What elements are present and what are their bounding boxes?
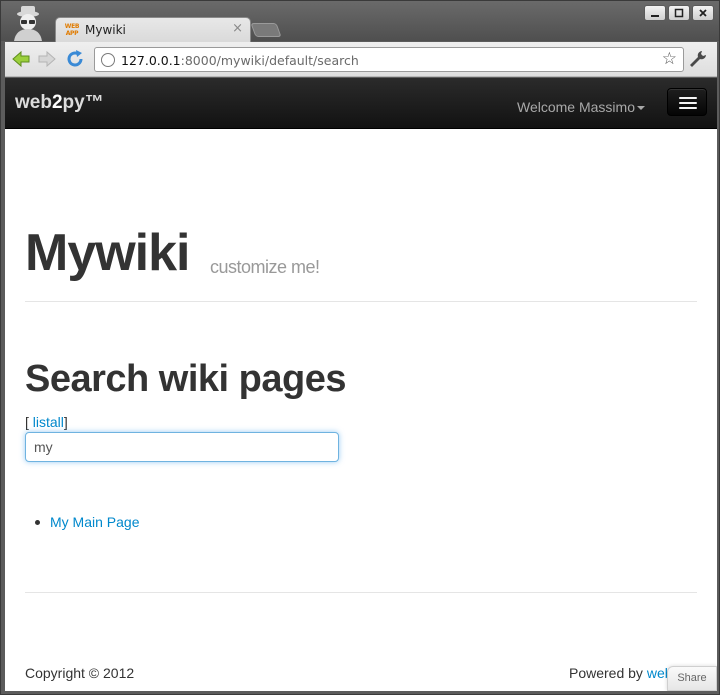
user-menu-dropdown[interactable]: Welcome Massimo: [517, 99, 645, 115]
address-bar[interactable]: 127.0.0.1:8000/mywiki/default/search ☆: [94, 47, 684, 72]
top-navbar: web2py™ Welcome Massimo: [5, 78, 717, 129]
url-path: :8000/mywiki/default/search: [180, 53, 359, 68]
bracket-open: [: [25, 414, 33, 430]
bracket-close: ]: [63, 414, 68, 430]
powered-prefix: Powered by: [569, 665, 647, 681]
url-host: 127.0.0.1: [121, 53, 181, 68]
browser-titlebar: WEB APP Mywiki ×: [1, 1, 719, 43]
reload-icon[interactable]: [65, 49, 85, 69]
listall-line: [ listall]: [25, 414, 68, 430]
bullet-icon: [35, 520, 40, 525]
page-header: Mywiki customize me!: [25, 223, 697, 302]
menu-toggle-button[interactable]: [667, 88, 707, 116]
copyright-text: Copyright © 2012: [25, 665, 135, 681]
tab-close-icon[interactable]: ×: [232, 21, 243, 36]
globe-icon: [101, 53, 115, 67]
search-heading: Search wiki pages: [25, 358, 347, 400]
search-input[interactable]: [25, 432, 339, 462]
brand-number: 2: [51, 92, 63, 113]
list-item: My Main Page: [35, 514, 139, 530]
close-window-button[interactable]: [692, 5, 714, 21]
maximize-button[interactable]: [668, 5, 690, 21]
browser-tab[interactable]: WEB APP Mywiki ×: [55, 17, 251, 43]
caret-down-icon: [637, 106, 645, 111]
back-arrow-icon[interactable]: [11, 49, 31, 69]
incognito-icon: [8, 5, 48, 41]
brand-logo[interactable]: web2py™: [15, 92, 104, 114]
search-results: My Main Page: [35, 514, 139, 530]
result-link[interactable]: My Main Page: [50, 514, 139, 530]
bookmark-star-icon[interactable]: ☆: [662, 49, 677, 69]
browser-toolbar: 127.0.0.1:8000/mywiki/default/search ☆: [5, 42, 717, 77]
forward-arrow-icon[interactable]: [37, 49, 57, 69]
minimize-button[interactable]: [644, 5, 666, 21]
web2py-favicon-icon: WEB APP: [64, 23, 80, 37]
wrench-icon[interactable]: [687, 48, 709, 70]
browser-window: WEB APP Mywiki × 127.0.0.1:8000/mywiki/d…: [0, 0, 720, 695]
page-title: Mywiki: [25, 224, 190, 282]
page-viewport: web2py™ Welcome Massimo Mywiki customize…: [5, 78, 717, 691]
footer-divider: [25, 592, 697, 593]
share-button[interactable]: Share: [667, 666, 717, 691]
url-text: 127.0.0.1:8000/mywiki/default/search: [121, 53, 359, 68]
listall-link[interactable]: listall: [33, 414, 64, 430]
brand-prefix: web: [15, 92, 52, 113]
hamburger-bar: [679, 107, 697, 109]
new-tab-button[interactable]: [250, 23, 282, 37]
page-subtitle: customize me!: [210, 257, 320, 277]
welcome-text: Welcome Massimo: [517, 99, 635, 115]
tab-title: Mywiki: [85, 23, 126, 37]
hamburger-icon: [679, 97, 697, 99]
brand-suffix: py™: [62, 92, 104, 113]
hamburger-bar: [679, 102, 697, 104]
